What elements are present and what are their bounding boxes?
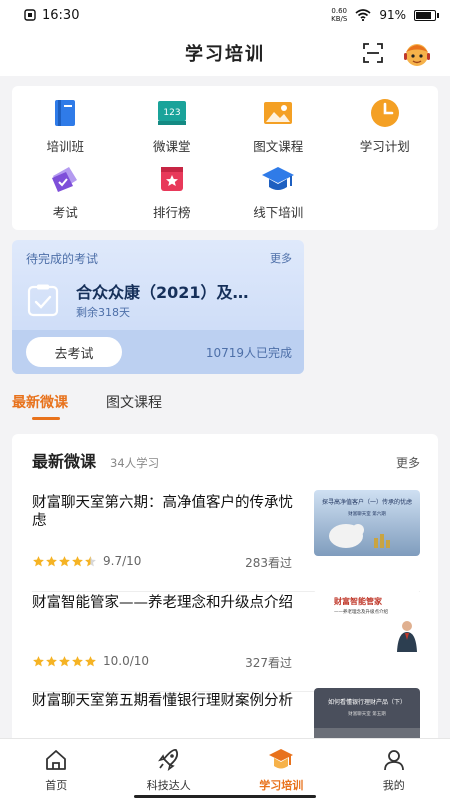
clock-icon xyxy=(368,96,402,130)
pending-exam-card[interactable]: 待完成的考试 更多 合众众康（2021）及… 剩余318天 去考试 10719人… xyxy=(12,240,304,374)
status-bar: 16:30 0.60 KB/S 91% xyxy=(0,0,450,30)
star-icon xyxy=(72,555,83,566)
nav-tech-expert[interactable]: 科技达人 xyxy=(113,739,226,800)
course-rating: 9.7/10 xyxy=(32,554,141,568)
scan-icon[interactable] xyxy=(362,42,384,64)
star-icon xyxy=(46,555,57,566)
content-tabs: 最新微课 图文课程 xyxy=(12,392,162,420)
graduation-cap-icon xyxy=(261,162,295,196)
star-icon xyxy=(72,655,83,666)
battery-percent: 91% xyxy=(379,8,406,22)
exam-card-header: 待完成的考试 xyxy=(26,252,99,266)
panel-title: 最新微课 xyxy=(32,452,97,471)
ranking-icon xyxy=(155,162,189,196)
tab-latest-micro[interactable]: 最新微课 xyxy=(12,392,68,420)
user-icon xyxy=(383,749,404,770)
notification-icon xyxy=(24,9,36,21)
svg-text:财富智能管家: 财富智能管家 xyxy=(333,596,383,606)
course-item[interactable]: 财富智能管家——养老理念和升级点介绍 10.0/10 327看过 财富智能管家 … xyxy=(32,590,420,692)
course-thumbnail: 财富智能管家 ——养老理念及升级点介绍 xyxy=(314,590,420,656)
nav-home[interactable]: 首页 xyxy=(0,739,113,800)
svg-text:123: 123 xyxy=(163,108,180,118)
star-icon xyxy=(85,655,96,666)
learner-count: 34人学习 xyxy=(110,456,160,470)
feature-training-class[interactable]: 培训班 xyxy=(12,96,119,162)
wifi-icon xyxy=(355,9,371,21)
book-icon xyxy=(48,96,82,130)
star-icon xyxy=(33,555,44,566)
exam-icon xyxy=(48,162,82,196)
feature-ranking[interactable]: 排行榜 xyxy=(119,162,226,228)
home-indicator[interactable] xyxy=(134,795,316,798)
course-rating: 10.0/10 xyxy=(32,654,149,668)
star-icon xyxy=(85,555,96,566)
panel-more-link[interactable]: 更多 xyxy=(396,454,420,471)
star-icon xyxy=(33,655,44,666)
feature-graphic-course[interactable]: 图文课程 xyxy=(225,96,332,162)
clipboard-icon xyxy=(27,284,59,316)
home-icon xyxy=(46,749,67,770)
start-exam-button[interactable]: 去考试 xyxy=(26,337,122,367)
svg-text:如何看懂银行理财产品（下）: 如何看懂银行理财产品（下） xyxy=(328,698,406,706)
nav-study-training[interactable]: 学习培训 xyxy=(225,739,338,800)
star-rating xyxy=(32,655,97,668)
study-icon xyxy=(269,748,294,768)
feature-exam[interactable]: 考试 xyxy=(12,162,119,228)
svg-text:财富聊天室 第五期: 财富聊天室 第五期 xyxy=(348,710,386,717)
course-views: 283看过 xyxy=(245,556,292,570)
course-item[interactable]: 财富聊天室第六期：高净值客户的传承忧虑 9.7/10 283看过 探寻高净值客户… xyxy=(32,490,420,592)
feature-micro-class[interactable]: 123 微课堂 xyxy=(119,96,226,162)
battery-icon xyxy=(414,9,439,21)
feature-study-plan[interactable]: 学习计划 xyxy=(332,96,439,162)
star-icon xyxy=(59,655,70,666)
picture-icon xyxy=(261,96,295,130)
bottom-nav: 首页 科技达人 学习培训 我的 xyxy=(0,738,450,800)
exam-more-link[interactable]: 更多 xyxy=(270,250,292,267)
course-title: 财富聊天室第六期：高净值客户的传承忧虑 xyxy=(32,495,293,529)
exam-completed-count: 10719人已完成 xyxy=(205,345,292,360)
course-thumbnail: 探寻高净值客户（一）传承的忧虑 财富聊天室 第六期 xyxy=(314,490,420,556)
star-rating xyxy=(32,555,97,568)
app-header: 学习培训 xyxy=(0,30,450,76)
exam-name: 合众众康（2021）及… xyxy=(76,283,249,302)
nav-mine[interactable]: 我的 xyxy=(338,739,450,800)
status-time: 16:30 xyxy=(42,7,80,23)
course-views: 327看过 xyxy=(245,656,292,670)
page-title: 学习培训 xyxy=(185,44,265,65)
course-title: 财富智能管家——养老理念和升级点介绍 xyxy=(32,595,293,611)
feature-offline-training[interactable]: 线下培训 xyxy=(225,162,332,228)
feature-card: 培训班 123 微课堂 图文课程 学习计划 考试 排行榜 线下培训 xyxy=(12,86,438,230)
course-title: 财富聊天室第五期看懂银行理财案例分析 xyxy=(32,693,293,709)
rocket-icon xyxy=(157,748,178,771)
svg-text:——养老理念及升级点介绍: ——养老理念及升级点介绍 xyxy=(334,608,388,615)
svg-text:探寻高净值客户（一）传承的忧虑: 探寻高净值客户（一）传承的忧虑 xyxy=(322,498,412,506)
board-icon: 123 xyxy=(155,96,189,130)
mascot-icon[interactable] xyxy=(402,38,432,68)
star-icon xyxy=(59,555,70,566)
svg-text:财富聊天室 第六期: 财富聊天室 第六期 xyxy=(348,510,386,517)
micro-course-panel: 最新微课 34人学习 更多 财富聊天室第六期：高净值客户的传承忧虑 9.7/10… xyxy=(12,434,438,764)
net-speed: 0.60 KB/S xyxy=(331,7,348,23)
tab-graphic-course[interactable]: 图文课程 xyxy=(106,392,162,420)
exam-remaining: 剩余318天 xyxy=(76,306,130,319)
star-icon xyxy=(46,655,57,666)
